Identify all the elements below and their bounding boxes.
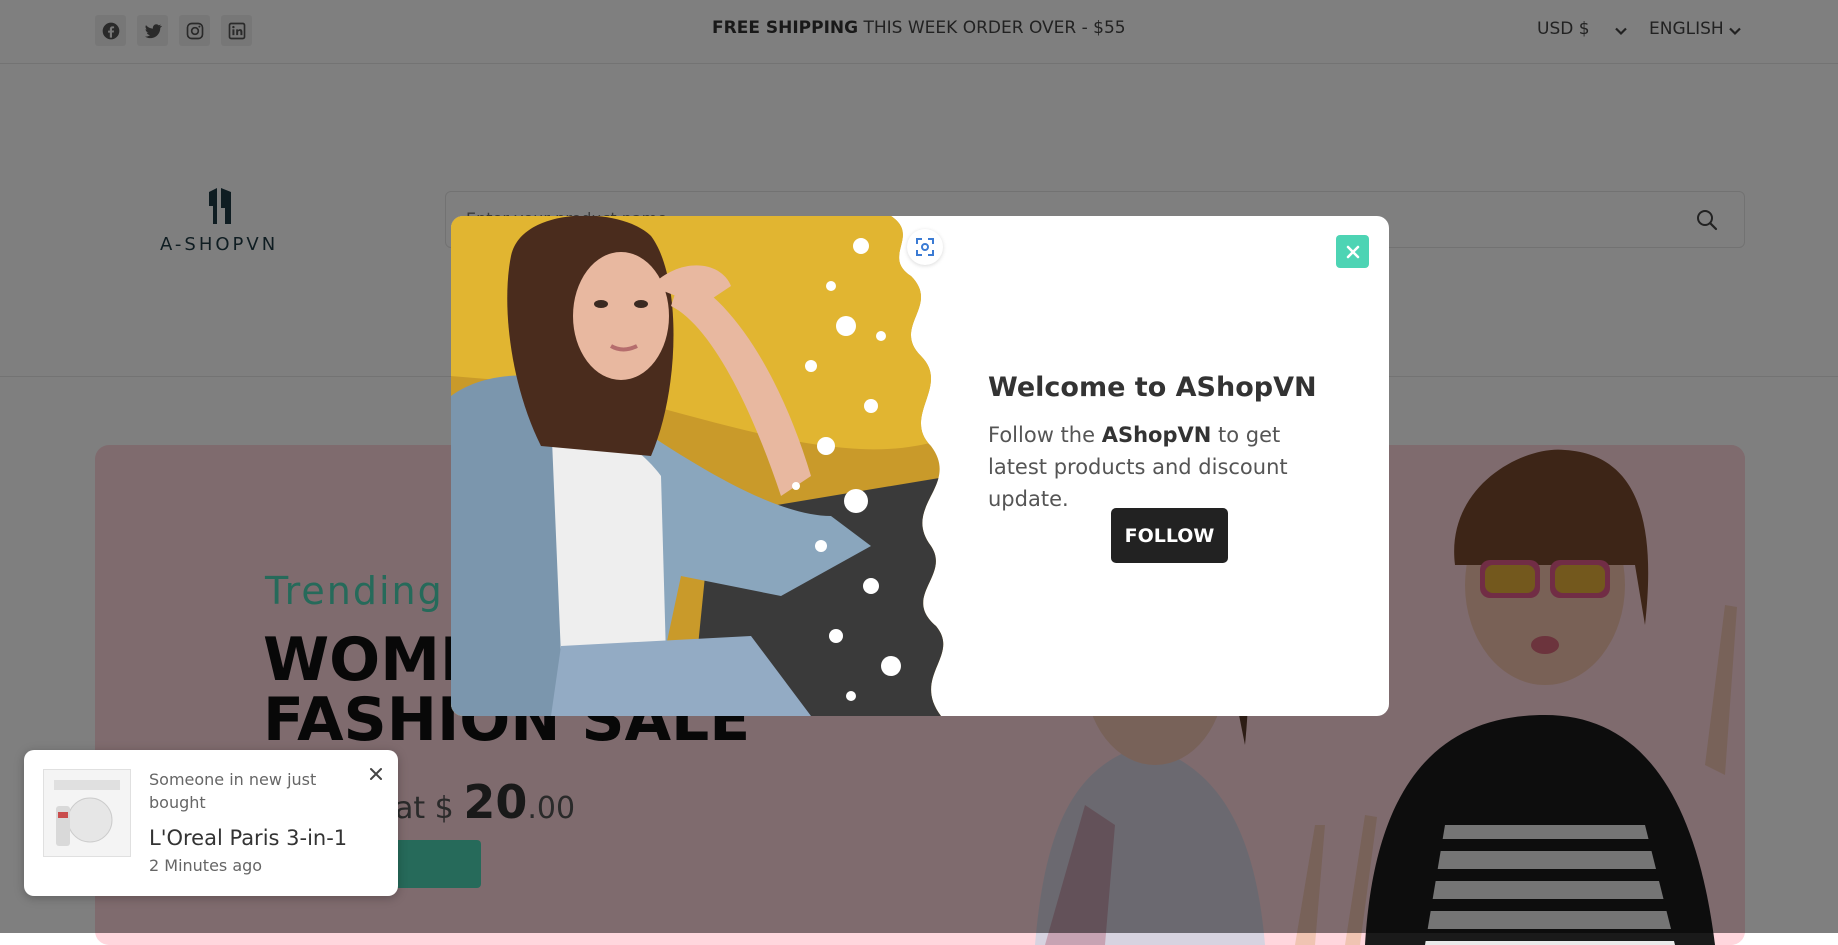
follow-button[interactable]: FOLLOW (1111, 508, 1228, 563)
modal-model-image (451, 216, 944, 716)
modal-title: Welcome to AShopVN (988, 372, 1317, 403)
close-icon (1346, 245, 1359, 258)
product-thumbnail[interactable] (43, 769, 131, 857)
notification-time: 2 Minutes ago (149, 856, 263, 875)
focus-scan-icon[interactable] (907, 229, 943, 265)
modal-text-before: Follow the (988, 423, 1102, 447)
notification-message: Someone in new just bought (149, 770, 317, 812)
modal-description: Follow the AShopVN to get latest product… (988, 419, 1338, 515)
close-icon (370, 768, 382, 780)
purchase-notification: Someone in new just bought L'Oreal Paris… (24, 750, 398, 896)
newsletter-modal: Welcome to AShopVN Follow the AShopVN to… (451, 216, 1389, 716)
notification-product[interactable]: L'Oreal Paris 3-in-1 (149, 826, 347, 850)
modal-text-brand: AShopVN (1101, 423, 1212, 447)
modal-close-button[interactable] (1336, 235, 1369, 268)
notification-close-button[interactable] (364, 762, 388, 786)
